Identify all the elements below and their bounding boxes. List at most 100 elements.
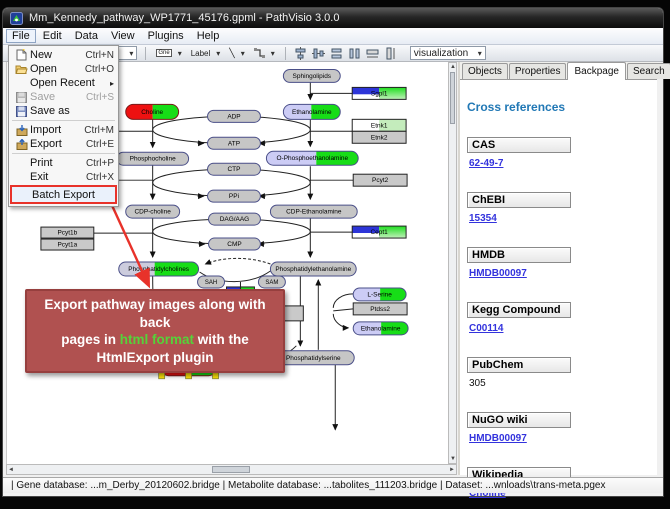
node-dag-aag[interactable]: DAG/AAG [209, 213, 261, 225]
visualization-combobox[interactable]: visualization ▾ [410, 46, 486, 60]
svg-text:ATP: ATP [228, 140, 240, 147]
menu-item-open-recent[interactable]: Open Recent ▸ [10, 76, 117, 90]
scroll-right-icon[interactable]: ► [449, 466, 455, 475]
vertical-scroll-thumb[interactable] [450, 72, 455, 124]
gene-pcyt1b[interactable]: Pcyt1b [41, 227, 94, 238]
node-cmp[interactable]: CMP [209, 238, 261, 250]
reaction-lines [94, 82, 353, 429]
crossrefs-heading: Cross references [467, 100, 657, 114]
chevron-down-icon[interactable]: ▾ [129, 49, 133, 58]
distribute-horizontal-icon[interactable] [348, 47, 361, 60]
node-phosphatidylcholines[interactable]: Phosphatidylcholines [119, 262, 199, 276]
align-center-y-icon[interactable] [312, 47, 325, 60]
menu-item-save[interactable]: Save Ctrl+S [10, 90, 117, 104]
menu-separator [12, 120, 115, 121]
crossref-link[interactable]: HMDB00097 [469, 268, 527, 279]
horizontal-scroll-thumb[interactable] [212, 466, 250, 473]
svg-text:Phosphatidylethanolamine: Phosphatidylethanolamine [275, 266, 351, 273]
menu-separator [12, 153, 115, 154]
chevron-down-icon[interactable]: ▾ [241, 49, 245, 58]
datanode-button[interactable]: Gne ▾ [154, 48, 183, 59]
label-button[interactable]: Label ▾ [189, 48, 223, 59]
gene-ptdss2[interactable]: Ptdss2 [353, 303, 407, 315]
crossref-link[interactable]: 62-49-7 [469, 158, 503, 169]
toolbar-separator [145, 47, 146, 60]
status-text: | Gene database: ...m_Derby_20120602.bri… [11, 480, 605, 491]
scroll-down-icon[interactable]: ▼ [450, 455, 456, 464]
node-phosphatidylethanolamine[interactable]: Phosphatidylethanolamine [270, 262, 356, 276]
tab-objects[interactable]: Objects [462, 63, 508, 79]
node-choline-top[interactable]: Choline [126, 104, 179, 119]
menu-item-new[interactable]: New Ctrl+N [10, 48, 117, 62]
crossref-link[interactable]: HMDB00097 [469, 433, 527, 444]
node-sphingolipids[interactable]: Sphingolipids [283, 69, 340, 82]
crossref-link[interactable]: C00114 [469, 323, 503, 334]
crossref-link[interactable]: 15354 [469, 213, 497, 224]
tab-search[interactable]: Search [627, 63, 670, 79]
node-atp[interactable]: ATP [208, 137, 261, 149]
menu-item-export[interactable]: Export Ctrl+E [10, 137, 117, 151]
connector-icon [254, 48, 265, 59]
svg-text:Phosphatidylcholines: Phosphatidylcholines [128, 266, 189, 273]
panel-tabs: Objects Properties Backpage Search Legen… [460, 62, 657, 79]
common-width-icon[interactable] [366, 47, 379, 60]
node-o-phosphoethanolamine[interactable]: O-Phosphoethanolamine [266, 151, 358, 165]
menu-item-save-as[interactable]: Save as [10, 104, 117, 118]
chevron-down-icon[interactable]: ▾ [271, 49, 275, 58]
visualization-value: visualization [414, 48, 468, 59]
tab-properties[interactable]: Properties [509, 63, 567, 79]
canvas-horizontal-scrollbar[interactable]: ◄ ► [6, 464, 457, 475]
gene-pcyt1a[interactable]: Pcyt1a [41, 239, 94, 250]
node-ppi[interactable]: PPi [208, 190, 261, 202]
tab-backpage[interactable]: Backpage [567, 62, 625, 80]
menu-item-exit[interactable]: Exit Ctrl+X [10, 170, 117, 184]
canvas-vertical-scrollbar[interactable]: ▲ ▼ [448, 62, 457, 464]
menu-item-batch-export[interactable]: Batch Export [12, 187, 115, 202]
menu-file[interactable]: File [6, 29, 36, 43]
node-ethanolamine-bottom[interactable]: Ethanolamine [353, 322, 408, 335]
chevron-down-icon[interactable]: ▾ [216, 49, 220, 58]
node-sam[interactable]: SAM [258, 276, 285, 288]
scroll-up-icon[interactable]: ▲ [450, 63, 456, 72]
scroll-left-icon[interactable]: ◄ [8, 466, 14, 475]
gene-cept1[interactable]: Cept1 [352, 226, 406, 238]
svg-text:Pcyt1a: Pcyt1a [57, 242, 77, 249]
node-l-serine[interactable]: L-Serine [353, 288, 406, 301]
menu-view[interactable]: View [105, 29, 141, 43]
node-ctp[interactable]: CTP [208, 163, 261, 175]
node-cdp-choline[interactable]: CDP-choline [126, 205, 180, 218]
gene-etnk2[interactable]: Etnk2 [352, 131, 406, 143]
crossref-section-hmdb: HMDB HMDB00097 [467, 247, 657, 281]
gene-decarboxylase[interactable] [283, 306, 303, 321]
gene-etnk1[interactable]: Etnk1 [352, 119, 406, 131]
gene-pcyt2[interactable]: Pcyt2 [353, 174, 407, 186]
align-center-x-icon[interactable] [294, 47, 307, 60]
common-height-icon[interactable] [384, 47, 397, 60]
chevron-down-icon[interactable]: ▾ [478, 49, 482, 58]
svg-text:L-Serine: L-Serine [367, 291, 392, 298]
svg-text:Pcyt1b: Pcyt1b [57, 230, 77, 237]
menu-plugins[interactable]: Plugins [142, 29, 190, 43]
menu-help[interactable]: Help [191, 29, 226, 43]
svg-text:Ethanolamine: Ethanolamine [361, 325, 401, 332]
menu-data[interactable]: Data [69, 29, 104, 43]
title-bar[interactable]: Mm_Kennedy_pathway_WP1771_45176.gpml - P… [3, 8, 663, 28]
file-menu-dropdown: New Ctrl+N Open Ctrl+O Open Recent ▸ Sav… [8, 45, 119, 207]
chevron-down-icon[interactable]: ▾ [178, 49, 182, 58]
connector-tool-button[interactable]: ▾ [252, 47, 277, 60]
menu-item-open[interactable]: Open Ctrl+O [10, 62, 117, 76]
menu-item-import[interactable]: Import Ctrl+M [10, 123, 117, 137]
backpage-panel: Cross references CAS 62-49-7 ChEBI 15354… [460, 79, 657, 475]
menu-edit[interactable]: Edit [37, 29, 68, 43]
gene-sgpl1[interactable]: Sgpl1 [352, 87, 406, 99]
crossref-header: NuGO wiki [467, 412, 571, 428]
node-phosphocholine[interactable]: Phosphocholine [117, 152, 189, 165]
distribute-vertical-icon[interactable] [330, 47, 343, 60]
menu-item-print[interactable]: Print Ctrl+P [10, 156, 117, 170]
node-cdp-ethanolamine[interactable]: CDP-Ethanolamine [270, 205, 357, 218]
node-ethanolamine[interactable]: Ethanolamine [283, 104, 340, 119]
node-adp[interactable]: ADP [208, 110, 261, 122]
node-sah[interactable]: SAH [198, 276, 225, 288]
svg-text:Etnk2: Etnk2 [371, 134, 388, 141]
line-tool-button[interactable]: ╲ ▾ [227, 47, 246, 60]
